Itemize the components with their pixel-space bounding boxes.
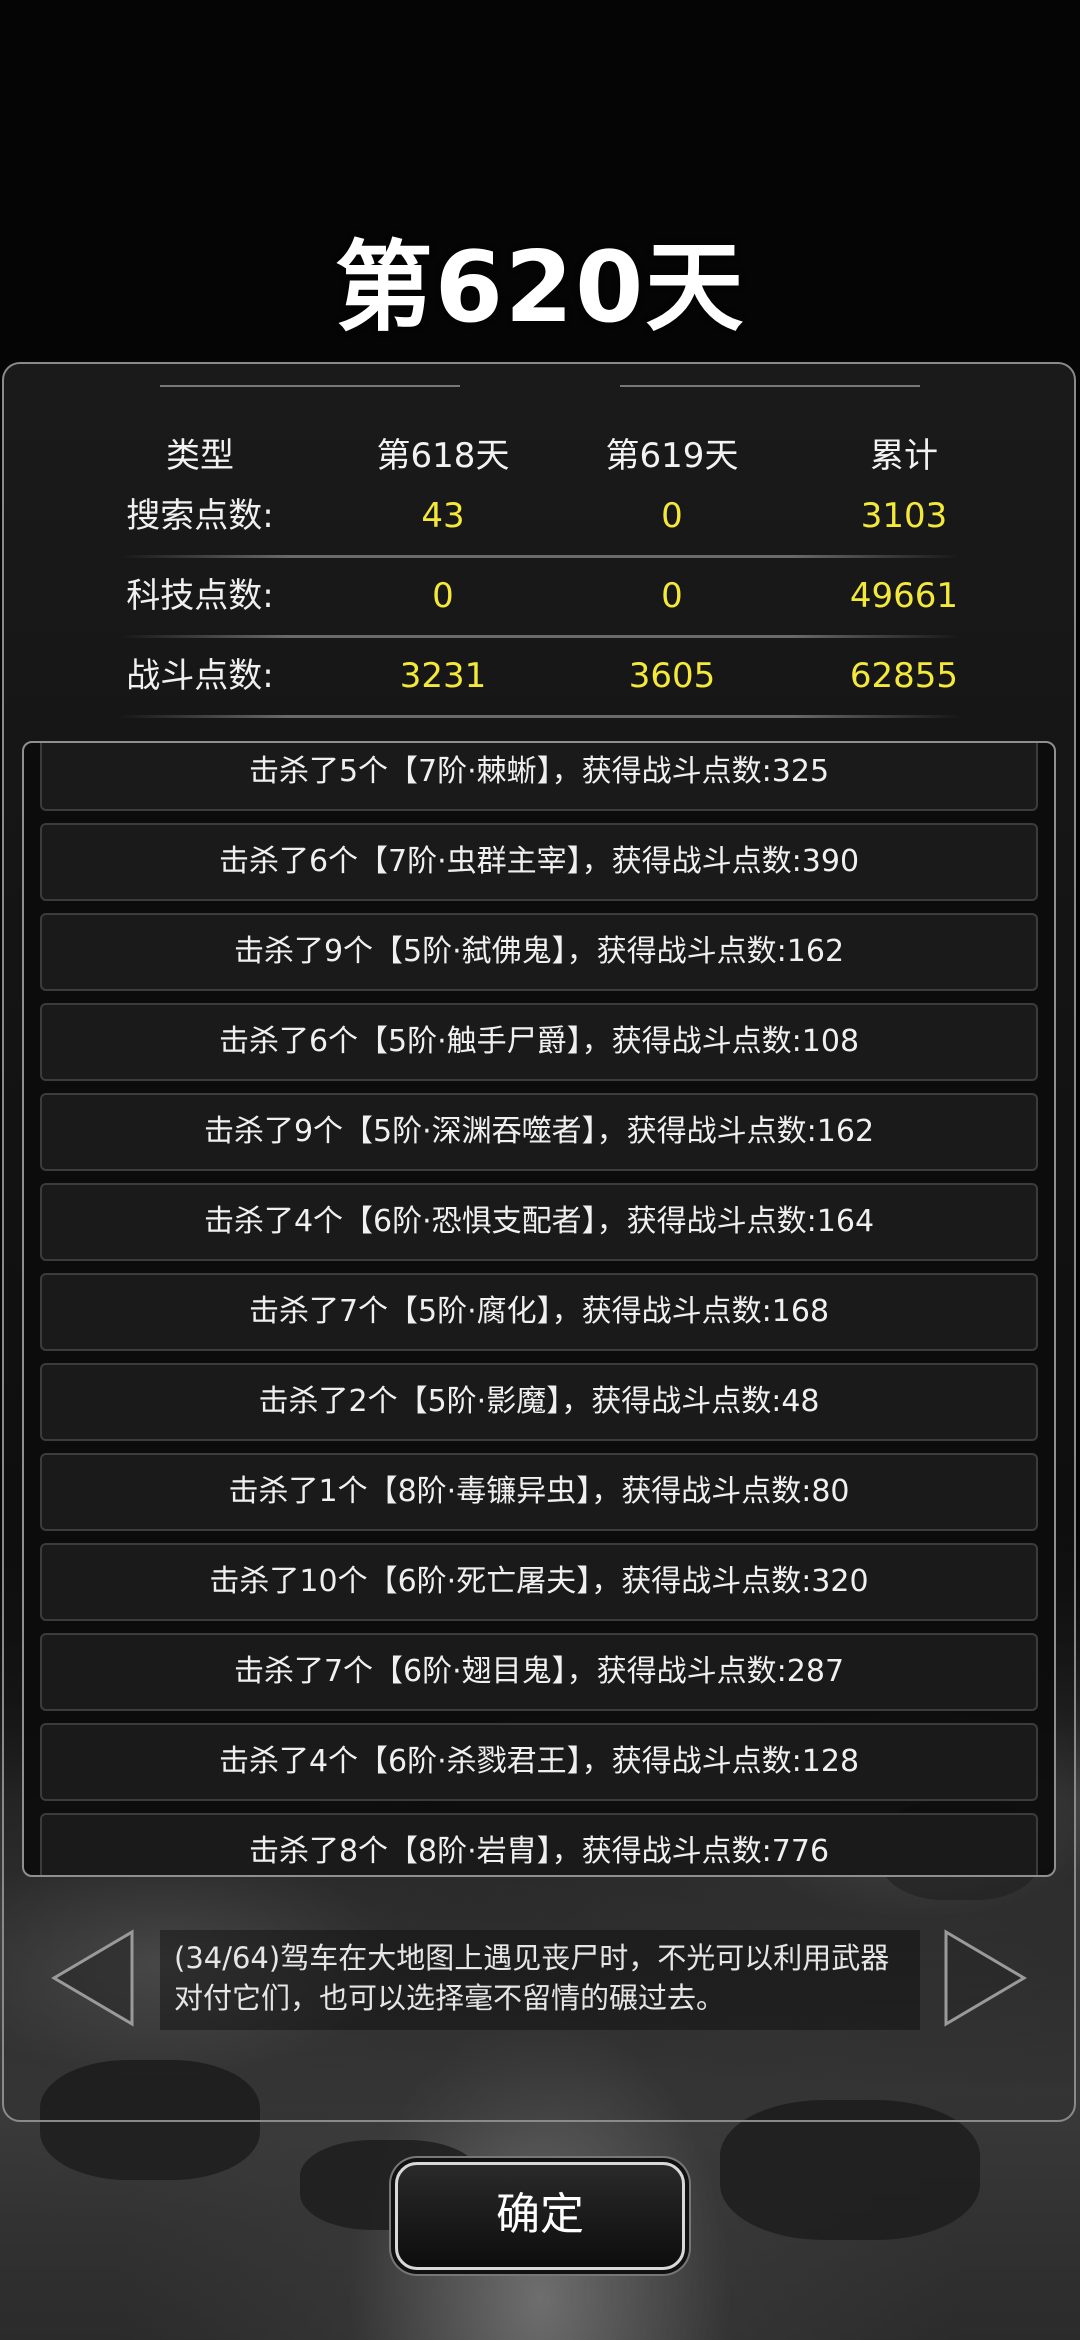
- stat-value-day618: 3231: [399, 656, 487, 696]
- log-item: 击杀了6个【7阶·虫群主宰】，获得战斗点数:390: [40, 823, 1038, 901]
- frame-notch-left: [160, 355, 460, 387]
- log-item: 击杀了8个【8阶·岩胄】，获得战斗点数:776: [40, 1813, 1038, 1875]
- frame-notch-right: [620, 355, 920, 387]
- stats-table: 类型 第618天 第619天 累计 搜索点数: 43 0 3103 科技点数: …: [0, 420, 1080, 740]
- log-item: 击杀了7个【6阶·翅目鬼】，获得战斗点数:287: [40, 1633, 1038, 1711]
- stat-value-day619: 0: [661, 576, 683, 616]
- battle-log-list[interactable]: 击杀了5个【7阶·棘蜥】，获得战斗点数:325 击杀了6个【7阶·虫群主宰】，获得…: [22, 741, 1056, 1877]
- stat-label: 科技点数:: [126, 576, 274, 616]
- triangle-left-icon[interactable]: [48, 1928, 138, 2028]
- confirm-button[interactable]: 确定: [395, 2162, 685, 2270]
- stat-value-day618: 0: [432, 576, 454, 616]
- log-item: 击杀了6个【5阶·触手尸爵】，获得战斗点数:108: [40, 1003, 1038, 1081]
- day-title: 第620天: [334, 231, 746, 345]
- log-item: 击杀了4个【6阶·恐惧支配者】，获得战斗点数:164: [40, 1183, 1038, 1261]
- battle-log-scroll[interactable]: 击杀了5个【7阶·棘蜥】，获得战斗点数:325 击杀了6个【7阶·虫群主宰】，获得…: [40, 743, 1038, 1875]
- stat-value-total: 62855: [849, 656, 959, 696]
- stat-label: 搜索点数:: [126, 496, 274, 536]
- log-item: 击杀了10个【6阶·死亡屠夫】，获得战斗点数:320: [40, 1543, 1038, 1621]
- stats-row-combat: 战斗点数: 3231 3605 62855: [0, 640, 1080, 720]
- stats-row-tech: 科技点数: 0 0 49661: [0, 560, 1080, 640]
- log-item: 击杀了9个【5阶·深渊吞噬者】，获得战斗点数:162: [40, 1093, 1038, 1171]
- stat-value-day618: 43: [421, 496, 465, 536]
- log-item: 击杀了5个【7阶·棘蜥】，获得战斗点数:325: [40, 743, 1038, 811]
- stat-value-total: 49661: [849, 576, 959, 616]
- log-item: 击杀了1个【8阶·毒镰异虫】，获得战斗点数:80: [40, 1453, 1038, 1531]
- log-item: 击杀了2个【5阶·影魔】，获得战斗点数:48: [40, 1363, 1038, 1441]
- log-item: 击杀了4个【6阶·杀戮君王】，获得战斗点数:128: [40, 1723, 1038, 1801]
- stat-label: 战斗点数:: [126, 656, 274, 696]
- stat-value-day619: 0: [661, 496, 683, 536]
- stat-value-day619: 3605: [628, 656, 716, 696]
- tip-line-2: 对付它们，也可以选择毫不留情的碾过去。: [174, 1981, 726, 2015]
- log-item: 击杀了9个【5阶·弑佛鬼】，获得战斗点数:162: [40, 913, 1038, 991]
- log-item: 击杀了7个【5阶·腐化】，获得战斗点数:168: [40, 1273, 1038, 1351]
- tip-text: (34/64)驾车在大地图上遇见丧尸时，不光可以利用武器 对付它们，也可以选择毫…: [160, 1930, 920, 2030]
- triangle-right-icon[interactable]: [940, 1928, 1030, 2028]
- stats-row-search: 搜索点数: 43 0 3103: [0, 480, 1080, 560]
- stat-value-total: 3103: [860, 496, 948, 536]
- tip-line-1: (34/64)驾车在大地图上遇见丧尸时，不光可以利用武器: [174, 1941, 890, 1975]
